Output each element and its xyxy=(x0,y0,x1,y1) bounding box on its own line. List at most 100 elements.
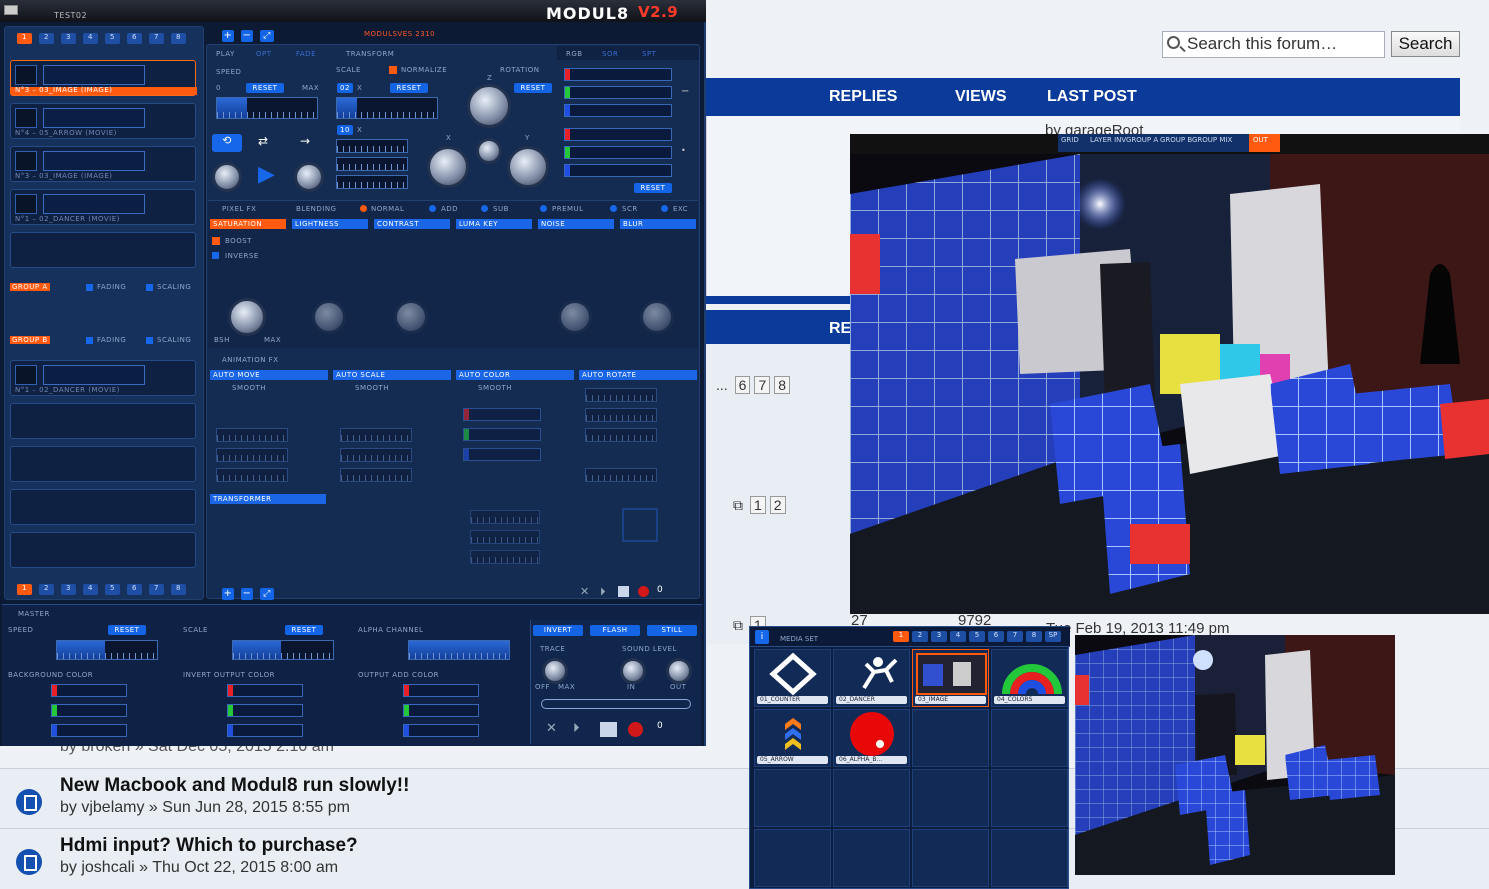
topic-title[interactable]: Hdmi input? Which to purchase? xyxy=(60,835,358,857)
master-scale-slider[interactable] xyxy=(232,640,334,660)
media-set-tab[interactable]: SP xyxy=(1045,631,1061,642)
layer-tab[interactable]: 3 xyxy=(61,33,76,44)
header-views[interactable]: VIEWS xyxy=(955,88,1007,106)
header-replies[interactable]: REPLIES xyxy=(829,88,897,106)
media-item[interactable]: 05_ARROW xyxy=(754,709,831,767)
pagination[interactable]: ... 6 7 8 xyxy=(713,376,794,394)
scale-z-slider[interactable] xyxy=(336,175,408,189)
media-set-tab[interactable]: 7 xyxy=(1007,631,1023,642)
blue-slider[interactable] xyxy=(564,104,672,117)
green-slider-2[interactable] xyxy=(564,146,672,159)
auto-scale-header[interactable]: AUTO SCALE xyxy=(333,370,451,380)
media-set-tab[interactable]: 5 xyxy=(969,631,985,642)
flash-button[interactable]: FLASH xyxy=(590,625,640,636)
media-item-empty[interactable] xyxy=(912,829,989,887)
tab-rgb[interactable]: RGB xyxy=(566,50,583,58)
rotation-reset-button[interactable]: RESET xyxy=(514,83,552,93)
layer-tab[interactable]: 6 xyxy=(127,33,142,44)
add-layer-button[interactable]: + xyxy=(222,588,234,600)
anim-slider[interactable] xyxy=(340,428,412,442)
loop-icon[interactable]: ⟲ xyxy=(212,134,242,152)
play-icon[interactable]: ▶ xyxy=(258,162,275,187)
media-item-empty[interactable] xyxy=(991,709,1068,767)
blend-sub-radio[interactable] xyxy=(481,205,488,212)
step-icon[interactable]: ⏵ xyxy=(573,721,580,736)
media-item[interactable]: 04_COLORS xyxy=(991,649,1068,707)
media-slot[interactable]: N°3 – 03_IMAGE (IMAGE) xyxy=(10,60,197,96)
topic-title[interactable]: New Macbook and Modul8 run slowly!! xyxy=(60,775,409,797)
window-menu-icon[interactable] xyxy=(4,5,18,15)
speed-reset-button[interactable]: RESET xyxy=(246,83,284,93)
header-last-post[interactable]: LAST POST xyxy=(1047,88,1137,106)
master-speed-reset[interactable]: RESET xyxy=(108,625,146,635)
invert-button[interactable]: INVERT xyxy=(533,625,583,636)
tab-fade[interactable]: FADE xyxy=(296,50,316,58)
info-icon[interactable]: i xyxy=(755,630,769,644)
layer-tab[interactable]: 2 xyxy=(39,33,54,44)
layer-tab[interactable]: 5 xyxy=(105,584,120,595)
group-a-label[interactable]: GROUP A xyxy=(10,283,50,291)
speed-knob[interactable] xyxy=(212,162,242,192)
scaling-checkbox[interactable] xyxy=(146,284,153,291)
alpha-slider[interactable] xyxy=(408,640,510,660)
fx-saturation[interactable]: SATURATION xyxy=(210,219,286,229)
fx-blur[interactable]: BLUR xyxy=(620,219,696,229)
tab-play[interactable]: PLAY xyxy=(216,50,235,58)
stop-x-icon[interactable]: ✕ xyxy=(546,721,557,736)
speed-slider[interactable] xyxy=(216,97,318,119)
media-set-tab[interactable]: 4 xyxy=(950,631,966,642)
group-b-label[interactable]: GROUP B xyxy=(10,336,50,344)
layer-tab[interactable]: 1 xyxy=(17,584,32,595)
anim-slider[interactable] xyxy=(216,468,288,482)
forward-icon[interactable]: → xyxy=(300,134,311,148)
media-slot[interactable]: N°3 – 03_IMAGE (IMAGE) xyxy=(10,146,196,182)
record-icon[interactable] xyxy=(638,586,649,597)
link-layer-button[interactable]: ⤢ xyxy=(260,30,274,42)
lightness-knob[interactable] xyxy=(312,300,346,334)
layer-tab[interactable]: 5 xyxy=(105,33,120,44)
stop-icon[interactable] xyxy=(600,722,617,737)
media-set-tab[interactable]: 2 xyxy=(912,631,928,642)
layer-tab[interactable]: 8 xyxy=(171,584,186,595)
scale-x-slider[interactable] xyxy=(336,139,408,153)
media-set-tab[interactable]: 3 xyxy=(931,631,947,642)
scaling-checkbox[interactable] xyxy=(146,337,153,344)
media-slot[interactable]: N°4 – 05_ARROW (MOVIE) xyxy=(10,103,196,139)
media-slot-empty[interactable] xyxy=(10,446,196,482)
layer-tab[interactable]: 6 xyxy=(127,584,142,595)
fx-contrast[interactable]: CONTRAST xyxy=(374,219,450,229)
layer-tab[interactable]: 1 xyxy=(17,33,32,44)
master-scale-reset[interactable]: RESET xyxy=(285,625,323,635)
auto-color-header[interactable]: AUTO COLOR xyxy=(456,370,574,380)
anim-slider[interactable] xyxy=(216,428,288,442)
link-layer-button[interactable]: ⤢ xyxy=(260,588,274,600)
media-item-empty[interactable] xyxy=(754,829,831,887)
media-item-empty[interactable] xyxy=(991,769,1068,827)
rotation-center-knob[interactable] xyxy=(476,138,502,164)
remove-layer-button[interactable]: − xyxy=(241,30,253,42)
media-item-empty[interactable] xyxy=(754,769,831,827)
scale-value[interactable]: 02 xyxy=(337,83,353,93)
record-icon[interactable] xyxy=(628,722,643,737)
layer-tab[interactable]: 2 xyxy=(39,584,54,595)
green-slider[interactable] xyxy=(564,86,672,99)
scale-slider[interactable] xyxy=(336,97,438,119)
media-item[interactable]: 03_IMAGE xyxy=(912,649,989,707)
media-set-tab[interactable]: 1 xyxy=(893,631,909,642)
stop-icon[interactable] xyxy=(618,586,629,597)
fx-lightness[interactable]: LIGHTNESS xyxy=(292,219,368,229)
layer-tab[interactable]: 4 xyxy=(83,584,98,595)
blue-slider-2[interactable] xyxy=(564,164,672,177)
media-slot[interactable]: N°1 – 02_DANCER (MOVIE) xyxy=(10,360,196,396)
layer-tab[interactable]: 7 xyxy=(149,584,164,595)
anim-slider[interactable] xyxy=(340,448,412,462)
tab-opt[interactable]: OPT xyxy=(256,50,272,58)
sound-in-knob[interactable] xyxy=(620,658,646,684)
contrast-knob[interactable] xyxy=(394,300,428,334)
inverse-checkbox[interactable] xyxy=(212,252,219,259)
layer-tab[interactable]: 4 xyxy=(83,33,98,44)
search-input[interactable]: Search this forum… xyxy=(1162,31,1385,58)
media-item[interactable]: 06_ALPHA_B... xyxy=(833,709,910,767)
tab-spt[interactable]: SPT xyxy=(642,50,656,58)
fx-luma-key[interactable]: LUMA KEY xyxy=(456,219,532,229)
